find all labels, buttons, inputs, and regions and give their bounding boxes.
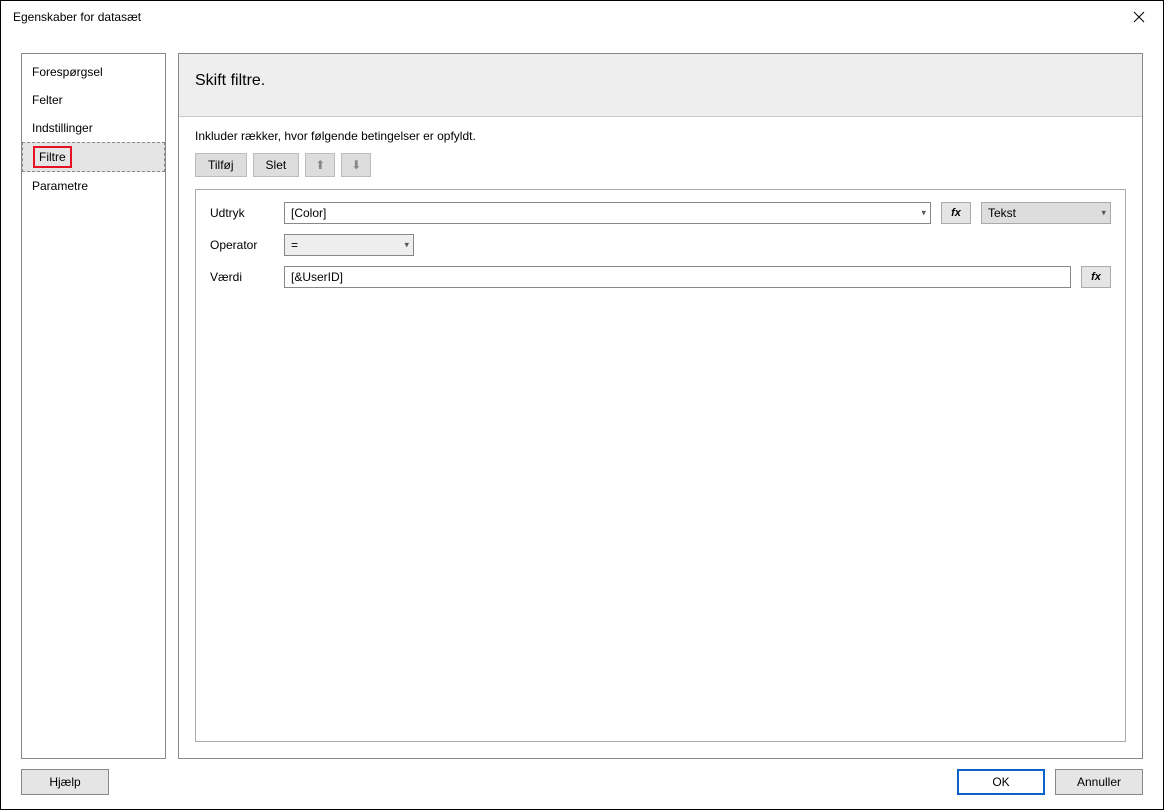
operator-row: Operator = ▾ [210, 234, 1111, 256]
help-button[interactable]: Hjælp [21, 769, 109, 795]
add-button[interactable]: Tilføj [195, 153, 247, 177]
sidebar-item-label: Forespørgsel [32, 65, 103, 79]
sidebar-item-label: Indstillinger [32, 121, 93, 135]
chevron-down-icon: ▾ [1101, 208, 1106, 219]
delete-button[interactable]: Slet [253, 153, 300, 177]
value-text: [&UserID] [291, 270, 343, 284]
chevron-down-icon: ▾ [404, 240, 409, 251]
operator-label: Operator [210, 238, 274, 252]
sidebar-item-label: Parametre [32, 179, 88, 193]
expression-fx-button[interactable]: fx [941, 202, 971, 224]
window-title: Egenskaber for datasæt [9, 10, 1123, 24]
arrow-down-icon: ⬇ [351, 158, 361, 172]
fx-icon: fx [951, 207, 961, 219]
close-icon [1133, 11, 1145, 23]
arrow-up-icon: ⬆ [315, 158, 325, 172]
expression-combo[interactable]: [Color] ▾ [284, 202, 931, 224]
value-row: Værdi [&UserID] fx [210, 266, 1111, 288]
filter-editor: Udtryk [Color] ▾ fx Tekst ▾ [195, 189, 1126, 742]
instruction-text: Inkluder rækker, hvor følgende betingels… [195, 129, 1126, 143]
value-label: Værdi [210, 270, 274, 284]
sidebar-item-label: Felter [32, 93, 63, 107]
main-heading: Skift filtre. [179, 54, 1142, 117]
fx-icon: fx [1091, 271, 1101, 283]
close-button[interactable] [1123, 1, 1155, 33]
operator-value: = [291, 238, 298, 252]
operator-combo[interactable]: = ▾ [284, 234, 414, 256]
sidebar-item-filters[interactable]: Filtre [22, 142, 165, 172]
sidebar-item-fields[interactable]: Felter [22, 86, 165, 114]
expression-row: Udtryk [Color] ▾ fx Tekst ▾ [210, 202, 1111, 224]
main-body: Inkluder rækker, hvor følgende betingels… [179, 117, 1142, 758]
expression-label: Udtryk [210, 206, 274, 220]
value-input[interactable]: [&UserID] [284, 266, 1071, 288]
type-combo[interactable]: Tekst ▾ [981, 202, 1111, 224]
sidebar: Forespørgsel Felter Indstillinger Filtre… [21, 53, 166, 759]
expression-value: [Color] [291, 206, 326, 220]
sidebar-item-settings[interactable]: Indstillinger [22, 114, 165, 142]
ok-button[interactable]: OK [957, 769, 1045, 795]
main-panel: Skift filtre. Inkluder rækker, hvor følg… [178, 53, 1143, 759]
move-up-button[interactable]: ⬆ [305, 153, 335, 177]
titlebar: Egenskaber for datasæt [1, 1, 1163, 33]
value-fx-button[interactable]: fx [1081, 266, 1111, 288]
sidebar-item-label: Filtre [33, 146, 72, 168]
dialog-footer: Hjælp OK Annuller [1, 759, 1163, 809]
sidebar-item-parameters[interactable]: Parametre [22, 172, 165, 200]
chevron-down-icon: ▾ [921, 208, 926, 219]
type-value: Tekst [988, 206, 1016, 220]
filter-toolbar: Tilføj Slet ⬆ ⬇ [195, 153, 1126, 177]
sidebar-item-query[interactable]: Forespørgsel [22, 58, 165, 86]
dialog-window: Egenskaber for datasæt Forespørgsel Felt… [0, 0, 1164, 810]
cancel-button[interactable]: Annuller [1055, 769, 1143, 795]
dialog-body: Forespørgsel Felter Indstillinger Filtre… [1, 33, 1163, 759]
move-down-button[interactable]: ⬇ [341, 153, 371, 177]
